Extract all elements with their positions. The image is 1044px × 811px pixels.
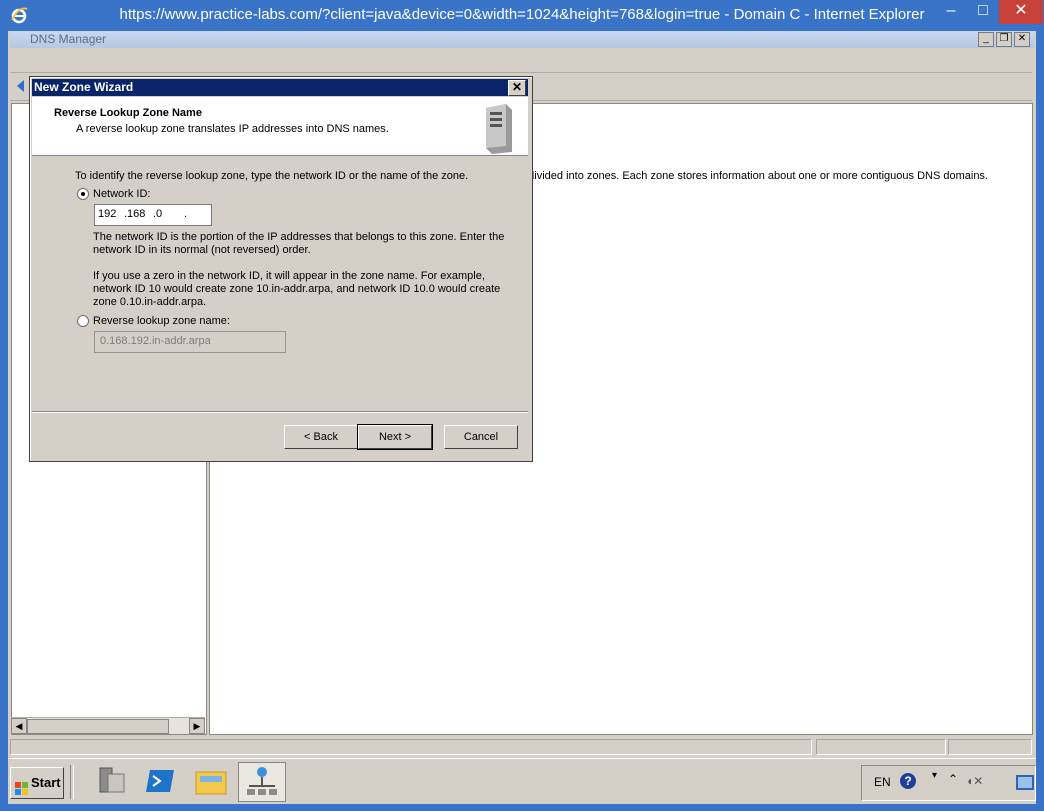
wizard-titlebar: New Zone Wizard ✕: [32, 79, 528, 96]
browser-titlebar: https://www.practice-labs.com/?client=ja…: [0, 0, 1044, 31]
taskbar: Start EN ? ▾ ⌃ ◖✕: [8, 758, 1036, 804]
status-bar: [10, 737, 1032, 755]
status-segment: [10, 739, 812, 755]
dns-menubar: [10, 49, 1032, 73]
dns-close-button[interactable]: ✕: [1014, 32, 1030, 47]
powershell-taskbar-button[interactable]: [138, 762, 184, 800]
status-segment: [816, 739, 946, 755]
dns-manager-icon: [247, 767, 277, 795]
dns-manager-title: DNS Manager: [30, 32, 107, 46]
reverse-zone-name-value: 0.168.192.in-addr.arpa: [100, 335, 211, 347]
folder-icon: [195, 771, 227, 795]
reverse-zone-name-input[interactable]: 0.168.192.in-addr.arpa: [94, 331, 286, 353]
minimize-button[interactable]: –: [935, 0, 967, 24]
start-label: Start: [31, 775, 61, 790]
scroll-thumb[interactable]: [27, 719, 169, 734]
cancel-button[interactable]: Cancel: [444, 425, 518, 449]
back-arrow-icon[interactable]: [14, 79, 28, 93]
network-id-radio[interactable]: [77, 188, 89, 200]
file-explorer-taskbar-button[interactable]: [188, 762, 234, 800]
new-zone-wizard-dialog: New Zone Wizard ✕ Reverse Lookup Zone Na…: [29, 76, 533, 462]
server-manager-taskbar-button[interactable]: [88, 762, 134, 800]
language-indicator[interactable]: EN: [874, 775, 891, 789]
tree-horizontal-scrollbar[interactable]: ◀ ▶: [11, 717, 205, 734]
zero-description: If you use a zero in the network ID, it …: [93, 270, 501, 308]
wizard-title: New Zone Wizard: [34, 80, 134, 94]
network-id-description: The network ID is the portion of the IP …: [93, 231, 505, 256]
network-id-octet[interactable]: .168: [124, 208, 145, 220]
network-id-label[interactable]: Network ID:: [93, 188, 150, 200]
browser-title: https://www.practice-labs.com/?client=ja…: [119, 6, 925, 23]
dns-manager-taskbar-button[interactable]: [238, 762, 286, 802]
server-manager-icon: [99, 767, 125, 793]
status-segment: [948, 739, 1032, 755]
wizard-body: To identify the reverse lookup zone, typ…: [32, 157, 528, 407]
network-id-input[interactable]: 192 .168 .0 .: [94, 204, 212, 226]
wizard-page-subtitle: A reverse lookup zone translates IP addr…: [76, 123, 389, 135]
network-id-octet[interactable]: .0: [153, 208, 162, 220]
start-button[interactable]: Start: [10, 767, 64, 799]
scroll-right-button[interactable]: ▶: [189, 718, 205, 734]
dns-minimize-button[interactable]: _: [978, 32, 994, 47]
maximize-button[interactable]: □: [967, 0, 999, 24]
close-button[interactable]: ✕: [999, 0, 1043, 24]
network-id-octet[interactable]: 192: [98, 208, 116, 220]
remote-desktop: DNS Manager _ ❐ ✕ ◀ ▶ e divided into zon…: [8, 31, 1036, 804]
network-id-octet[interactable]: .: [184, 208, 187, 220]
back-button[interactable]: < Back: [284, 425, 358, 449]
wizard-separator: [32, 411, 528, 413]
taskbar-separator: [70, 765, 74, 799]
dns-restore-button[interactable]: ❐: [996, 32, 1012, 47]
details-text: e divided into zones. Each zone stores i…: [519, 170, 988, 182]
intro-text: To identify the reverse lookup zone, typ…: [75, 170, 469, 182]
wizard-close-button[interactable]: ✕: [508, 80, 526, 96]
windows-flag-icon: [15, 776, 28, 806]
system-tray: EN ? ▾ ⌃ ◖✕: [861, 765, 1036, 801]
help-icon[interactable]: ?: [900, 773, 916, 789]
tray-menu-icon[interactable]: ▾: [932, 770, 937, 781]
wizard-page-title: Reverse Lookup Zone Name: [54, 107, 202, 119]
server-icon: [486, 104, 512, 154]
network-icon[interactable]: [1016, 775, 1034, 790]
scroll-left-button[interactable]: ◀: [11, 718, 27, 734]
next-button[interactable]: Next >: [357, 424, 433, 450]
speaker-muted-icon[interactable]: ◖✕: [966, 774, 983, 788]
reverse-zone-name-radio[interactable]: [77, 315, 89, 327]
reverse-zone-name-label[interactable]: Reverse lookup zone name:: [93, 315, 230, 327]
show-hidden-icons-icon[interactable]: ⌃: [948, 772, 958, 786]
dns-manager-titlebar: DNS Manager _ ❐ ✕: [10, 31, 1034, 48]
wizard-header: Reverse Lookup Zone Name A reverse looku…: [32, 97, 528, 156]
powershell-icon: [146, 770, 174, 792]
